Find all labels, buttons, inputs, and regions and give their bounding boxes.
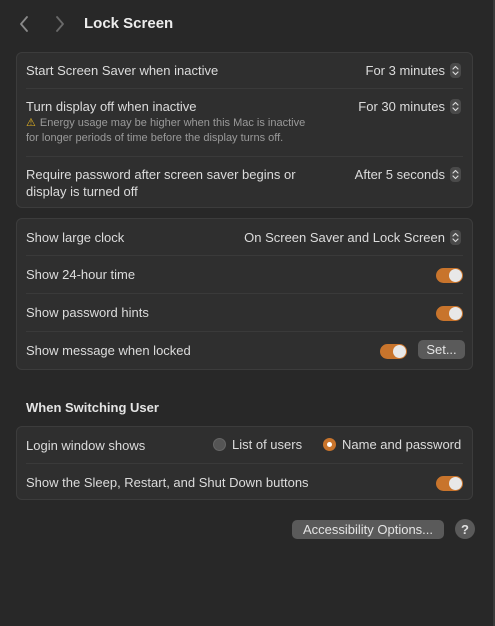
require-password-popup[interactable]: After 5 seconds [355, 166, 461, 183]
radio-button-on [323, 438, 336, 451]
energy-note-line1: ⚠ Energy usage may be higher when this Ma… [26, 117, 306, 129]
password-hints-label: Show password hints [26, 305, 149, 320]
screen-saver-group: Start Screen Saver when inactive For 3 m… [16, 52, 473, 208]
radio-label: Name and password [342, 437, 462, 452]
display-off-value: For 30 minutes [358, 99, 445, 114]
radio-button-off [213, 438, 226, 451]
divider [26, 463, 463, 464]
login-window-label: Login window shows [26, 438, 146, 453]
divider [26, 88, 463, 89]
hour24-label: Show 24-hour time [26, 267, 136, 282]
display-off-popup[interactable]: For 30 minutes [358, 98, 461, 115]
password-hints-toggle[interactable] [436, 306, 463, 321]
start-saver-value: For 3 minutes [365, 63, 445, 78]
page-title: Lock Screen [84, 15, 174, 32]
accessibility-options-button[interactable]: Accessibility Options... [292, 520, 444, 539]
energy-note: ⚠ Energy usage may be higher when this Ma… [26, 116, 336, 146]
up-down-chevron-icon [450, 230, 461, 245]
message-locked-label: Show message when locked [26, 343, 191, 358]
up-down-chevron-icon [450, 99, 461, 114]
toolbar: Lock Screen [0, 0, 493, 48]
message-locked-toggle[interactable] [380, 344, 407, 359]
require-password-label: Require password after screen saver begi… [26, 166, 296, 200]
require-password-label-line2: display is turned off [26, 184, 138, 199]
radio-label: List of users [232, 437, 303, 452]
energy-note-line2: for longer periods of time before the di… [26, 132, 284, 144]
up-down-chevron-icon [450, 167, 461, 182]
section-title-switching-user: When Switching User [26, 400, 159, 415]
set-message-button[interactable]: Set... [418, 340, 465, 359]
large-clock-label: Show large clock [26, 230, 125, 245]
chevron-left-icon [20, 16, 28, 32]
forward-button[interactable] [50, 14, 70, 34]
large-clock-popup[interactable]: On Screen Saver and Lock Screen [244, 229, 461, 246]
require-password-label-line1: Require password after screen saver begi… [26, 167, 296, 182]
divider [26, 293, 463, 294]
hour24-toggle[interactable] [436, 268, 463, 283]
toggle-knob [449, 307, 462, 320]
switching-user-group: Login window shows List of users Name an… [16, 426, 473, 500]
divider [26, 331, 463, 332]
clock-group: Show large clock On Screen Saver and Loc… [16, 218, 473, 370]
back-button[interactable] [14, 14, 34, 34]
radio-name-and-password[interactable]: Name and password [323, 437, 461, 452]
start-saver-label: Start Screen Saver when inactive [26, 63, 219, 78]
start-saver-popup[interactable]: For 3 minutes [366, 62, 461, 79]
up-down-chevron-icon [450, 63, 461, 78]
large-clock-value: On Screen Saver and Lock Screen [244, 230, 445, 245]
require-password-value: After 5 seconds [354, 167, 445, 182]
chevron-right-icon [56, 16, 64, 32]
help-button[interactable]: ? [455, 519, 475, 539]
warning-triangle-icon: ⚠ [26, 117, 36, 129]
toggle-knob [449, 477, 462, 490]
toggle-knob [393, 345, 406, 358]
sleep-restart-toggle[interactable] [436, 476, 463, 491]
divider [26, 255, 463, 256]
toggle-knob [449, 269, 462, 282]
radio-list-of-users[interactable]: List of users [213, 437, 302, 452]
display-off-label: Turn display off when inactive [26, 99, 197, 114]
sleep-restart-label: Show the Sleep, Restart, and Shut Down b… [26, 475, 309, 490]
divider [26, 156, 463, 157]
